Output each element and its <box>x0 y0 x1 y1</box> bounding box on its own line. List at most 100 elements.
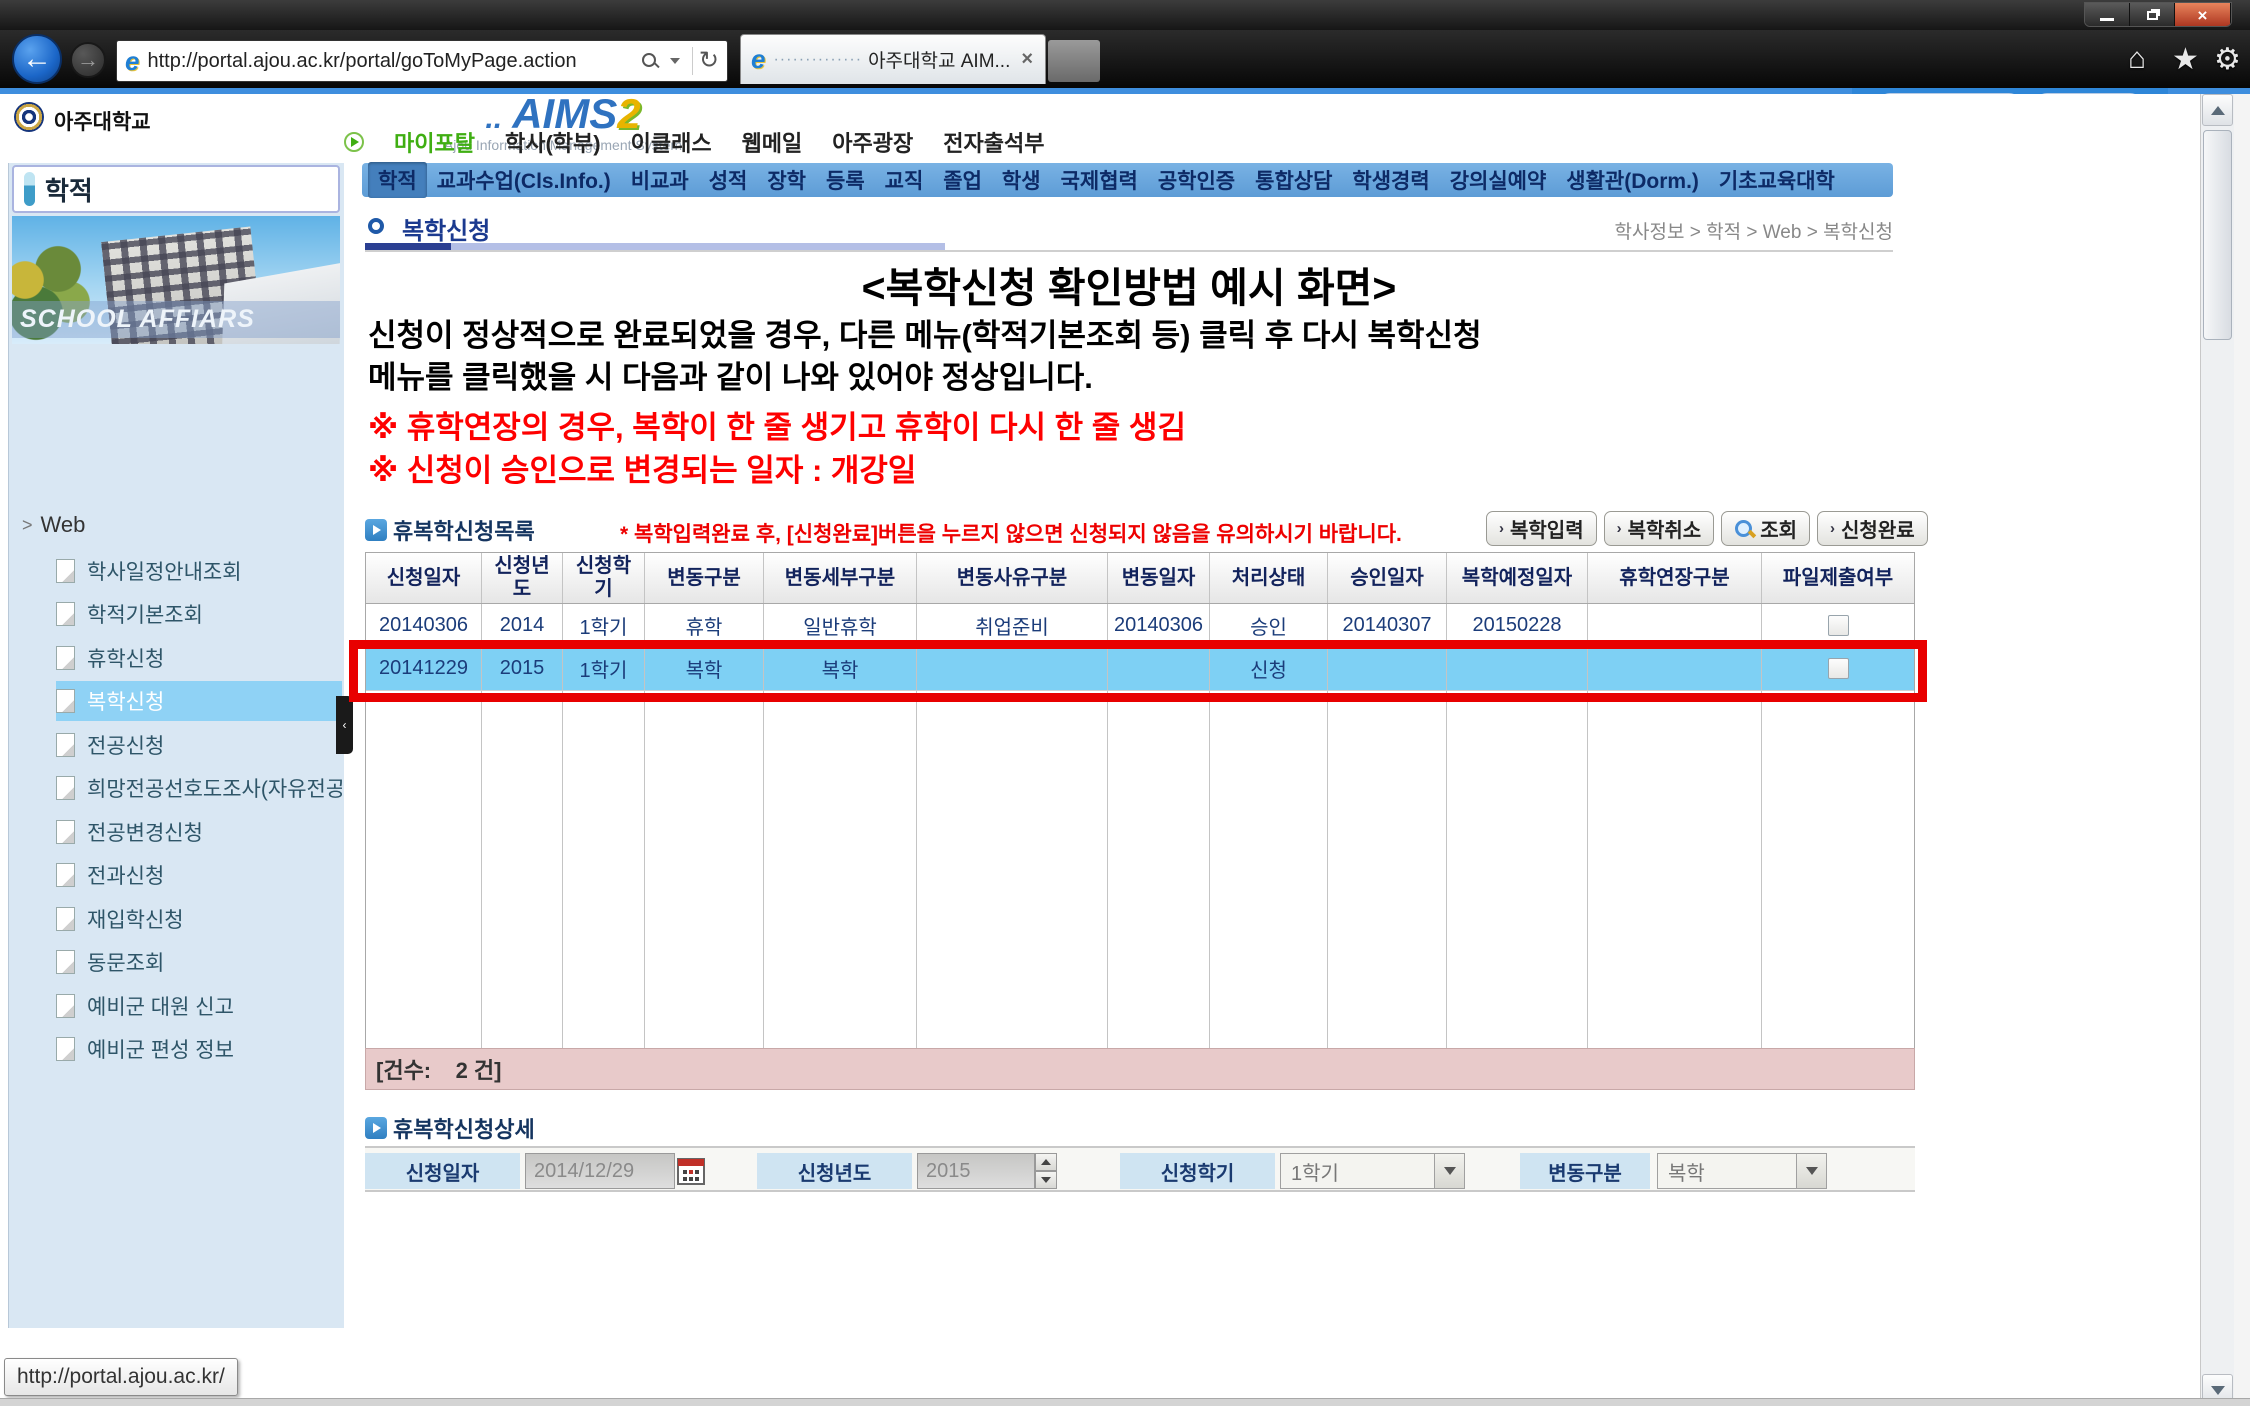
url-text[interactable]: http://portal.ajou.ac.kr/portal/goToMyPa… <box>147 50 635 73</box>
sidebar-item-major-change[interactable]: 전공변경신청 <box>56 812 342 852</box>
file-submit-checkbox[interactable] <box>1828 615 1849 636</box>
document-icon <box>56 820 75 844</box>
menu-international[interactable]: 국제협력 <box>1051 162 1148 198</box>
sidebar-item-reserve-info[interactable]: 예비군 편성 정보 <box>56 1029 342 1069</box>
spinner-down-icon[interactable] <box>1035 1171 1057 1189</box>
tab-close-icon[interactable]: × <box>1019 48 1035 71</box>
section-icon <box>365 1117 387 1139</box>
browser-tab[interactable]: e ·············· 아주대학교 AIM... × <box>740 34 1046 84</box>
menu-career[interactable]: 학생경력 <box>1342 162 1439 198</box>
menu-bikyogwa[interactable]: 비교과 <box>621 162 699 198</box>
sidebar-item-reserve-report[interactable]: 예비군 대원 신고 <box>56 986 342 1026</box>
sidebar-item-dept-transfer[interactable]: 전과신청 <box>56 855 342 895</box>
list-warning-text: * 복학입력완료 후, [신청완료]버튼을 누르지 않으면 신청되지 않음을 유… <box>620 518 1402 548</box>
sidebar-group-label: Web <box>41 512 86 538</box>
top-link-webmail[interactable]: 웹메일 <box>742 126 803 158</box>
table-row[interactable]: 20140306 2014 1학기 휴학 일반휴학 취업준비 20140306 … <box>366 604 1914 647</box>
menu-basic-education[interactable]: 기초교육대학 <box>1709 162 1845 198</box>
scrollbar-up-button[interactable] <box>2202 94 2233 126</box>
menu-student[interactable]: 학생 <box>992 162 1051 198</box>
close-button[interactable]: × <box>2175 3 2231 27</box>
dropdown-arrow-icon[interactable] <box>1796 1154 1826 1188</box>
apply-year-label: 신청년도 <box>757 1153 912 1189</box>
document-icon <box>56 776 75 800</box>
menu-registration[interactable]: 등록 <box>816 162 875 198</box>
sidebar-item-major-preference[interactable]: 희망전공선호도조사(자유전공 <box>56 768 342 808</box>
detail-form: 신청일자 2014/12/29 신청년도 2015 신청학기 1학기 변동구분 … <box>365 1146 1915 1192</box>
star-favorites-icon[interactable]: ★ <box>2172 42 2199 77</box>
sidebar-item-major-apply[interactable]: 전공신청 <box>56 725 342 765</box>
breadcrumb: 학사정보 > 학적 > Web > 복학신청 <box>1615 217 1893 244</box>
refresh-icon[interactable]: ↻ <box>699 49 719 73</box>
menu-engineering-cert[interactable]: 공학인증 <box>1148 162 1245 198</box>
title-underline-light <box>451 243 945 250</box>
year-spinner[interactable] <box>1035 1153 1057 1189</box>
chevron-right-icon: > <box>22 515 33 536</box>
tab-title: 아주대학교 AIM... <box>868 46 1019 73</box>
menu-graduation[interactable]: 졸업 <box>933 162 992 198</box>
top-link-haksa[interactable]: 학사(학부) <box>505 126 601 158</box>
myportal-arrow-icon <box>344 132 364 152</box>
portal-header: 아주대학교 .. AIMS2 Ajou Information Manageme… <box>0 94 2250 160</box>
sidebar-item-leave-apply[interactable]: 휴학신청 <box>56 638 342 678</box>
sidebar-section-title: 학적 <box>12 165 340 213</box>
search-dropdown-caret-icon[interactable] <box>670 58 680 64</box>
back-button[interactable]: ← <box>12 34 62 84</box>
sidebar-item-readmission[interactable]: 재입학신청 <box>56 899 342 939</box>
menu-hakjeok[interactable]: 학적 <box>368 162 427 198</box>
file-submit-checkbox[interactable] <box>1828 658 1849 679</box>
menu-counseling[interactable]: 통합상담 <box>1245 162 1342 198</box>
minimize-icon <box>2100 18 2114 21</box>
sidebar-item-alumni[interactable]: 동문조회 <box>56 942 342 982</box>
return-input-button[interactable]: ›복학입력 <box>1486 511 1597 546</box>
calendar-icon[interactable] <box>677 1156 705 1191</box>
change-type-label: 변동구분 <box>1520 1153 1650 1189</box>
apply-year-field[interactable]: 2015 <box>917 1153 1035 1189</box>
close-icon: × <box>2198 7 2208 24</box>
sidebar-group-web[interactable]: > Web <box>22 512 85 538</box>
tab-leader-dots: ·············· <box>773 51 862 69</box>
record-count-bar: [건수: 2 건] <box>365 1048 1915 1090</box>
top-link-eclass[interactable]: 이클래스 <box>631 126 712 158</box>
menu-grades[interactable]: 성적 <box>699 162 758 198</box>
change-type-select[interactable]: 복학 <box>1657 1153 1827 1189</box>
menu-teaching[interactable]: 교직 <box>875 162 934 198</box>
menu-courses[interactable]: 교과수업(Cls.Info.) <box>427 162 621 198</box>
top-link-ajou-plaza[interactable]: 아주광장 <box>832 126 913 158</box>
window-controls: × <box>2084 2 2232 27</box>
menu-scholarship[interactable]: 장학 <box>757 162 816 198</box>
sidebar-item-return-apply[interactable]: 복학신청 <box>56 681 342 721</box>
apply-date-field[interactable]: 2014/12/29 <box>525 1153 675 1189</box>
spinner-up-icon[interactable] <box>1035 1153 1057 1171</box>
back-icon: ← <box>22 42 52 76</box>
detail-section-header: 휴복학신청상세 <box>365 1112 535 1144</box>
menu-room-reservation[interactable]: 강의실예약 <box>1440 162 1557 198</box>
main-menubar: 학적 교과수업(Cls.Info.) 비교과 성적 장학 등록 교직 졸업 학생… <box>362 163 1893 197</box>
top-link-attendance[interactable]: 전자출석부 <box>943 126 1044 158</box>
dropdown-arrow-icon[interactable] <box>1434 1154 1464 1188</box>
sidebar-item-calendar[interactable]: 학사일정안내조회 <box>56 551 342 591</box>
sidebar-collapse-handle[interactable]: ‹ <box>336 696 353 754</box>
forward-button[interactable]: → <box>70 42 106 78</box>
gear-icon[interactable]: ⚙ <box>2214 42 2241 77</box>
table-row-highlighted[interactable]: 20141229 2015 1학기 복학 복학 신청 <box>366 647 1914 690</box>
search-icon[interactable] <box>640 51 660 71</box>
document-icon <box>56 646 75 670</box>
ie-icon: e <box>751 44 765 75</box>
new-tab-button[interactable] <box>1048 40 1100 82</box>
minimize-button[interactable] <box>2085 3 2130 27</box>
table-empty-area <box>366 690 1914 1049</box>
apply-complete-button[interactable]: ›신청완료 <box>1817 511 1928 546</box>
top-link-myportal[interactable]: 마이포탈 <box>394 126 475 158</box>
return-cancel-button[interactable]: ›복학취소 <box>1604 511 1715 546</box>
apply-term-select[interactable]: 1학기 <box>1280 1153 1465 1189</box>
vertical-scrollbar[interactable] <box>2200 94 2234 1406</box>
scrollbar-thumb[interactable] <box>2203 130 2232 340</box>
notice-red-line-1: ※ 휴학연장의 경우, 복학이 한 줄 생기고 휴학이 다시 한 줄 생김 <box>368 402 1896 447</box>
menu-dorm[interactable]: 생활관(Dorm.) <box>1556 162 1709 198</box>
restore-button[interactable] <box>2130 3 2175 27</box>
home-icon[interactable]: ⌂ <box>2128 42 2146 76</box>
sidebar-item-record-basic[interactable]: 학적기본조회 <box>56 594 342 634</box>
address-bar[interactable]: e http://portal.ajou.ac.kr/portal/goToMy… <box>116 40 728 82</box>
search-button[interactable]: 조회 <box>1721 511 1810 546</box>
